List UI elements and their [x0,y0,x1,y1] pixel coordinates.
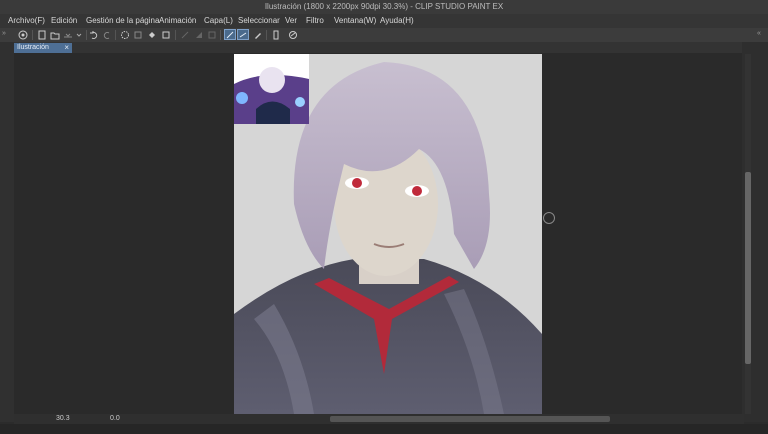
brush-icon[interactable] [252,29,264,40]
rotation-value[interactable]: 0.0 [110,415,120,422]
ruler-icon[interactable] [237,29,249,40]
tab-ilustracion[interactable]: Ilustración × [14,43,72,53]
lasso-icon[interactable] [119,29,131,40]
redo-icon[interactable] [101,29,113,40]
fill-icon[interactable] [146,29,158,40]
menu-archivo[interactable]: Archivo(F) [8,16,45,25]
tab-label: Ilustración [17,44,49,51]
menu-capa[interactable]: Capa(L) [204,16,233,25]
menu-ayuda[interactable]: Ayuda(H) [380,16,414,25]
frame-icon[interactable] [206,29,218,40]
chevron-down-icon[interactable] [73,29,85,40]
collapse-right-icon[interactable]: « [757,30,761,37]
brush-cursor [543,212,555,224]
left-panel-edge [0,42,14,422]
clear-icon[interactable] [132,29,144,40]
zoom-value[interactable]: 30.3 [56,415,70,422]
menu-animacion[interactable]: Animación [159,16,196,25]
menu-seleccionar[interactable]: Seleccionar [238,16,280,25]
navigator-icon[interactable] [17,29,29,40]
snap-icon[interactable] [179,29,191,40]
document-tab-bar: » Ilustración × ⌄ [0,42,768,53]
menu-gestion-pagina[interactable]: Gestión de la página [86,16,159,25]
new-icon[interactable] [36,29,48,40]
menu-edicion[interactable]: Edición [51,16,77,25]
bottom-bar [0,424,768,434]
transform-icon[interactable] [193,29,205,40]
crop-icon[interactable] [160,29,172,40]
menu-bar: Archivo(F) Edición Gestión de la página … [0,14,768,29]
reference-image [234,54,309,124]
title-bar: Ilustración (1800 x 2200px 90dpi 30.3%) … [0,0,768,14]
navigator-thumbnail[interactable] [234,54,309,124]
menu-filtro[interactable]: Filtro [306,16,324,25]
page-icon[interactable] [270,29,282,40]
collapse-left-icon[interactable]: » [2,30,6,37]
vertical-scroll-thumb[interactable] [745,172,751,364]
menu-ver[interactable]: Ver [285,16,297,25]
pen-icon[interactable] [224,29,236,40]
menu-ventana[interactable]: Ventana(W) [334,16,376,25]
link-icon[interactable] [287,29,299,40]
window-title: Ilustración (1800 x 2200px 90dpi 30.3%) … [264,2,504,11]
horizontal-scrollbar[interactable] [330,416,610,422]
close-icon[interactable]: × [64,43,69,52]
command-bar: » « [0,28,768,43]
undo-icon[interactable] [88,29,100,40]
open-icon[interactable] [49,29,61,40]
vertical-scrollbar[interactable] [745,54,751,414]
